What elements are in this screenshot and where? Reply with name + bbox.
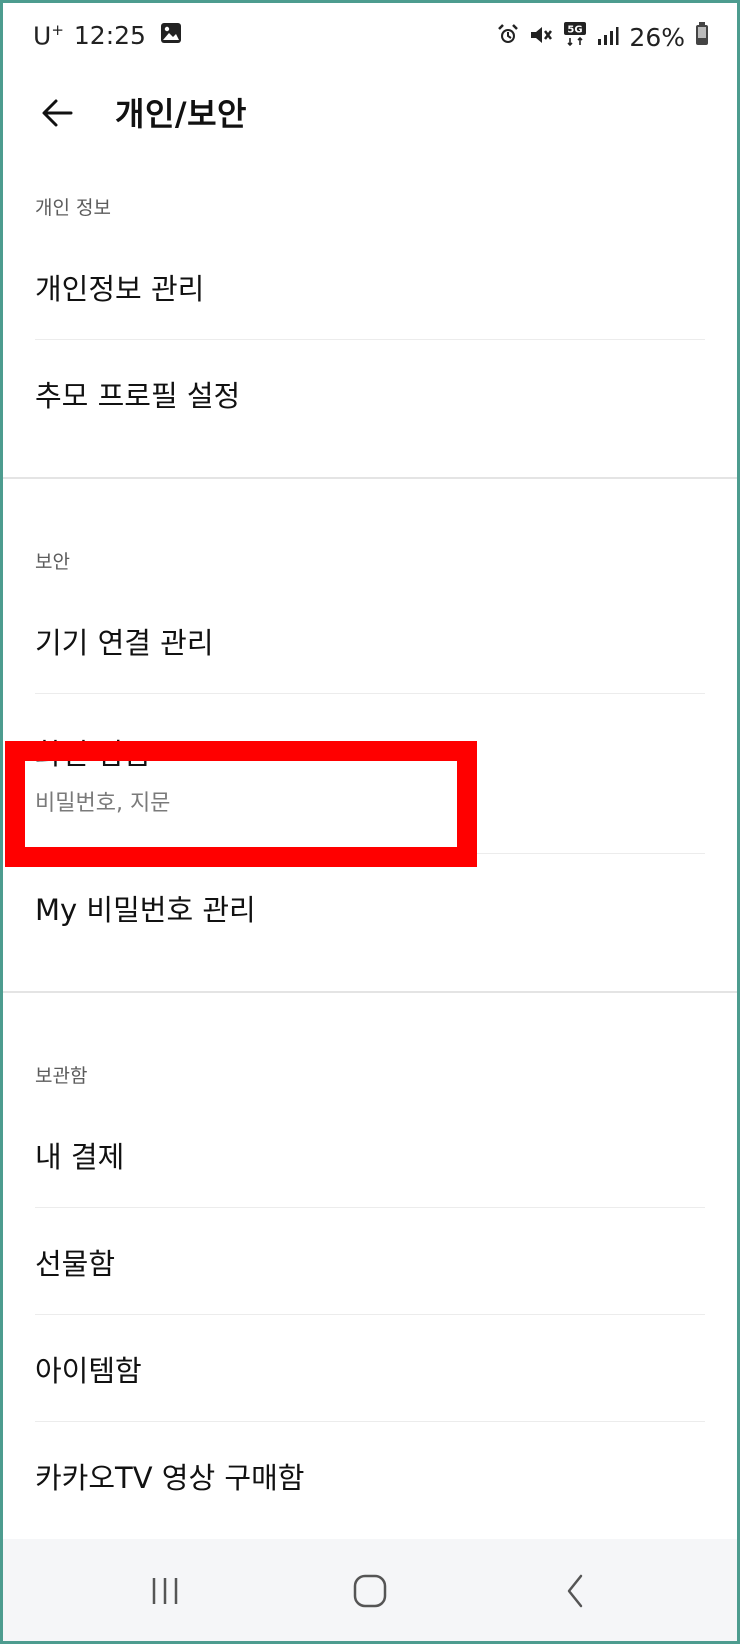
list-item-my-payment[interactable]: 내 결제 — [3, 1101, 737, 1208]
battery-percent: 26% — [629, 22, 685, 52]
alarm-icon — [487, 23, 519, 52]
list-item-screen-lock[interactable]: 화면 잠금 비밀번호, 지문 — [3, 694, 737, 854]
list-item-label: 개인정보 관리 — [35, 271, 205, 306]
arrow-left-icon — [42, 99, 73, 127]
gallery-icon — [160, 21, 182, 50]
list-item-my-password[interactable]: My 비밀번호 관리 — [3, 854, 737, 961]
list-item-label: 기기 연결 관리 — [35, 625, 214, 660]
battery-icon — [685, 22, 709, 52]
list-item-device-connection[interactable]: 기기 연결 관리 — [3, 587, 737, 694]
carrier-text: U — [33, 21, 52, 51]
nav-back-button[interactable] — [551, 1571, 601, 1611]
home-button[interactable] — [345, 1571, 395, 1611]
recent-apps-button[interactable] — [140, 1571, 190, 1611]
list-item-label: 선물함 — [35, 1246, 116, 1281]
chevron-left-icon — [567, 1574, 583, 1608]
status-bar-left: U+ 12:25 — [33, 21, 182, 50]
list-item-label: 추모 프로필 설정 — [35, 378, 241, 413]
system-nav-bar — [3, 1539, 737, 1641]
list-item-personal-info[interactable]: 개인정보 관리 — [3, 233, 737, 340]
list-item-item-box[interactable]: 아이템함 — [3, 1315, 737, 1422]
list-item-label: 화면 잠금 — [35, 737, 151, 771]
list-item-label: 카카오TV 영상 구매함 — [35, 1460, 305, 1495]
carrier-sup: + — [51, 21, 64, 39]
list-item-sublabel: 비밀번호, 지문 — [35, 791, 171, 816]
signal-icon — [587, 23, 619, 52]
list-item-label: My 비밀번호 관리 — [35, 892, 256, 927]
list-item-gift-box[interactable]: 선물함 — [3, 1208, 737, 1315]
app-header: 개인/보안 — [3, 81, 737, 153]
home-icon — [353, 1574, 387, 1608]
carrier-label: U+ — [33, 21, 64, 50]
settings-list: 개인 정보 개인정보 관리 추모 프로필 설정 보안 기기 연결 관리 화면 잠… — [3, 183, 737, 1529]
list-item-memorial-profile[interactable]: 추모 프로필 설정 — [3, 340, 737, 447]
status-bar: U+ 12:25 5G 26% — [3, 3, 737, 73]
section-header-personal: 개인 정보 — [35, 197, 111, 219]
svg-text:5G: 5G — [568, 25, 583, 36]
page-title: 개인/보안 — [115, 95, 247, 133]
list-item-label: 아이템함 — [35, 1353, 142, 1388]
section-header-security: 보안 — [35, 551, 70, 573]
section-header-storage: 보관함 — [35, 1065, 88, 1087]
list-item-label: 내 결제 — [35, 1139, 125, 1174]
recent-apps-icon — [152, 1578, 178, 1604]
back-button[interactable] — [37, 91, 81, 135]
network-5g-icon: 5G — [553, 21, 587, 53]
status-bar-right: 5G 26% — [487, 21, 709, 53]
phone-screen: U+ 12:25 5G 26% 개인/보안 개인 정보 개인정보 관리 추모 프… — [0, 0, 740, 1644]
list-item-kakaotv-purchases[interactable]: 카카오TV 영상 구매함 — [3, 1422, 737, 1529]
mute-icon — [519, 23, 553, 52]
status-time: 12:25 — [73, 21, 146, 51]
